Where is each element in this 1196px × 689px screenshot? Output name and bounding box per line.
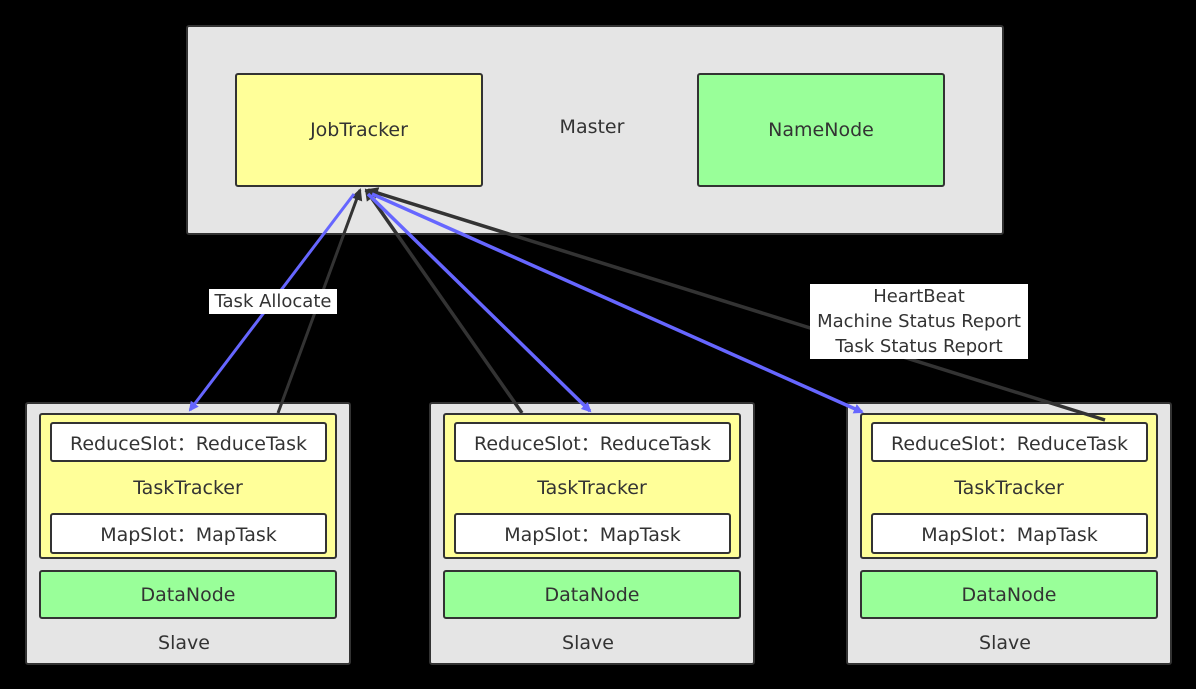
diagram-canvas: Master JobTracker NameNode TaskTracker R…: [0, 0, 1196, 689]
machine-status-text: Machine Status Report: [817, 311, 1021, 332]
allocate-edge-2: [366, 192, 592, 413]
report-edge-2: [364, 188, 524, 415]
heartbeat-text: HeartBeat: [873, 286, 965, 307]
report-label: HeartBeat Machine Status Report Task Sta…: [810, 284, 1028, 359]
task-allocate-label: Task Allocate: [209, 289, 337, 314]
task-status-text: Task Status Report: [835, 336, 1003, 357]
